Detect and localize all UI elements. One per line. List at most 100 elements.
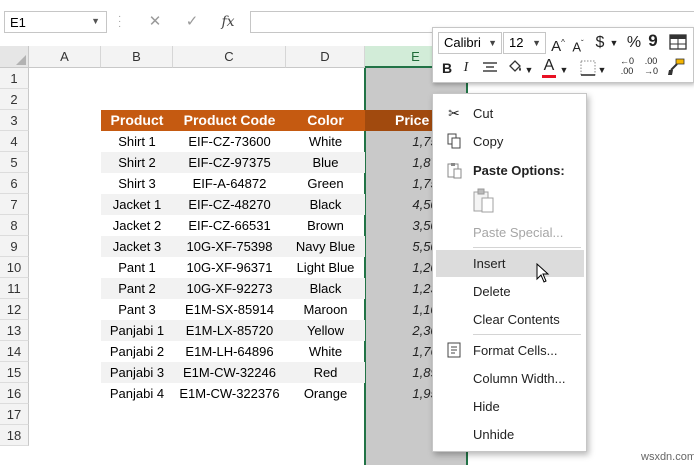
menu-item-clear-contents[interactable]: Clear Contents (433, 306, 588, 333)
cell-product[interactable]: Pant 1 (101, 257, 173, 278)
cell-color[interactable]: Red (286, 362, 365, 383)
borders-icon[interactable] (579, 60, 597, 81)
cell-product[interactable]: Shirt 2 (101, 152, 173, 173)
cell-color[interactable]: Green (286, 173, 365, 194)
header-color[interactable]: Color (286, 110, 365, 131)
row-header-2[interactable]: 2 (0, 89, 29, 110)
cell-color[interactable]: Blue (286, 152, 365, 173)
enter-icon[interactable]: ✓ (177, 11, 207, 33)
chevron-down-icon[interactable]: ▼ (597, 60, 607, 80)
cell-color[interactable]: Black (286, 278, 365, 299)
cell-product-code[interactable]: 10G-XF-96371 (173, 257, 286, 278)
row-header-18[interactable]: 18 (0, 425, 29, 446)
cell-product[interactable]: Shirt 1 (101, 131, 173, 152)
cell-product-code[interactable]: E1M-CW-322376 (173, 383, 286, 404)
decrease-font-size-icon[interactable]: Aˇ (569, 34, 587, 57)
row-header-1[interactable]: 1 (0, 68, 29, 89)
cell-product-code[interactable]: E1M-LH-64896 (173, 341, 286, 362)
bold-icon[interactable]: B (439, 58, 455, 78)
cell-product-code[interactable]: EIF-A-64872 (173, 173, 286, 194)
chevron-down-icon[interactable]: ▼ (609, 33, 619, 53)
menu-item-unhide[interactable]: Unhide (433, 421, 588, 448)
column-header-b[interactable]: B (101, 46, 173, 68)
row-header-12[interactable]: 12 (0, 299, 29, 320)
row-header-10[interactable]: 10 (0, 257, 29, 278)
cell-color[interactable]: Orange (286, 383, 365, 404)
chevron-down-icon[interactable]: ▼ (91, 16, 100, 26)
cell-product-code[interactable]: EIF-CZ-66531 (173, 215, 286, 236)
menu-item-format-cells[interactable]: Format Cells... (433, 337, 588, 364)
cell-product-code[interactable]: E1M-LX-85720 (173, 320, 286, 341)
cell-color[interactable]: Black (286, 194, 365, 215)
row-header-7[interactable]: 7 (0, 194, 29, 215)
cell-color[interactable]: Navy Blue (286, 236, 365, 257)
cell-color[interactable]: Light Blue (286, 257, 365, 278)
align-center-icon[interactable] (480, 60, 500, 80)
menu-item-insert[interactable]: Insert (436, 250, 584, 277)
cell-product-code[interactable]: E1M-SX-85914 (173, 299, 286, 320)
select-all-button[interactable] (0, 46, 29, 68)
currency-icon[interactable]: $ (592, 33, 608, 53)
percent-icon[interactable]: % (625, 33, 643, 53)
paste-icon[interactable] (473, 188, 495, 214)
cell-product-code[interactable]: EIF-CZ-97375 (173, 152, 286, 173)
cell-product-code[interactable]: EIF-CZ-73600 (173, 131, 286, 152)
increase-font-size-icon[interactable]: A^ (549, 33, 567, 57)
row-header-17[interactable]: 17 (0, 404, 29, 425)
comma-style-icon[interactable]: 9 (646, 31, 660, 51)
name-box[interactable]: E1 ▼ (4, 11, 107, 33)
increase-decimal-icon[interactable]: ←0.00 (616, 56, 638, 76)
cell-color[interactable]: Maroon (286, 299, 365, 320)
header-product[interactable]: Product (101, 110, 173, 131)
decrease-decimal-icon[interactable]: .00 →0 (640, 56, 662, 76)
row-header-9[interactable]: 9 (0, 236, 29, 257)
cell-product-code[interactable]: 10G-XF-92273 (173, 278, 286, 299)
cell-color[interactable]: Yellow (286, 320, 365, 341)
fill-color-icon[interactable] (506, 58, 524, 81)
font-size-dropdown[interactable]: 12 ▼ (503, 32, 546, 54)
cell-product-code[interactable]: EIF-CZ-48270 (173, 194, 286, 215)
chevron-down-icon[interactable]: ▼ (559, 60, 569, 80)
row-header-6[interactable]: 6 (0, 173, 29, 194)
row-header-5[interactable]: 5 (0, 152, 29, 173)
row-header-14[interactable]: 14 (0, 341, 29, 362)
font-name-dropdown[interactable]: Calibri ▼ (438, 32, 502, 54)
cell-color[interactable]: White (286, 131, 365, 152)
header-product-code[interactable]: Product Code (173, 110, 286, 131)
row-header-4[interactable]: 4 (0, 131, 29, 152)
column-header-c[interactable]: C (173, 46, 286, 68)
cell-product[interactable]: Panjabi 3 (101, 362, 173, 383)
row-header-11[interactable]: 11 (0, 278, 29, 299)
menu-item-copy[interactable]: Copy (433, 128, 588, 155)
row-header-16[interactable]: 16 (0, 383, 29, 404)
table-format-icon[interactable] (668, 34, 688, 52)
row-header-15[interactable]: 15 (0, 362, 29, 383)
menu-item-cut[interactable]: ✂ Cut (433, 100, 588, 127)
italic-icon[interactable]: I (459, 58, 473, 78)
cell-product[interactable]: Jacket 2 (101, 215, 173, 236)
format-painter-icon[interactable] (666, 58, 686, 81)
cell-product[interactable]: Shirt 3 (101, 173, 173, 194)
cell-product[interactable]: Pant 2 (101, 278, 173, 299)
cell-product-code[interactable]: E1M-CW-32246 (173, 362, 286, 383)
cell-product[interactable]: Panjabi 2 (101, 341, 173, 362)
menu-item-column-width[interactable]: Column Width... (433, 365, 588, 392)
row-header-3[interactable]: 3 (0, 110, 29, 131)
cell-color[interactable]: Brown (286, 215, 365, 236)
cancel-icon[interactable]: ✕ (140, 11, 170, 33)
column-header-d[interactable]: D (286, 46, 365, 68)
drag-handle-icon[interactable]: · · · (118, 12, 121, 32)
cell-product[interactable]: Panjabi 1 (101, 320, 173, 341)
insert-function-icon[interactable]: fx (213, 11, 243, 33)
cell-product-code[interactable]: 10G-XF-75398 (173, 236, 286, 257)
cell-product[interactable]: Pant 3 (101, 299, 173, 320)
column-header-a[interactable]: A (29, 46, 101, 68)
menu-item-delete[interactable]: Delete (433, 278, 588, 305)
cell-color[interactable]: White (286, 341, 365, 362)
cell-product[interactable]: Jacket 1 (101, 194, 173, 215)
cell-product[interactable]: Jacket 3 (101, 236, 173, 257)
cell-product[interactable]: Panjabi 4 (101, 383, 173, 404)
row-header-8[interactable]: 8 (0, 215, 29, 236)
font-color-icon[interactable]: A (541, 56, 557, 78)
row-header-13[interactable]: 13 (0, 320, 29, 341)
